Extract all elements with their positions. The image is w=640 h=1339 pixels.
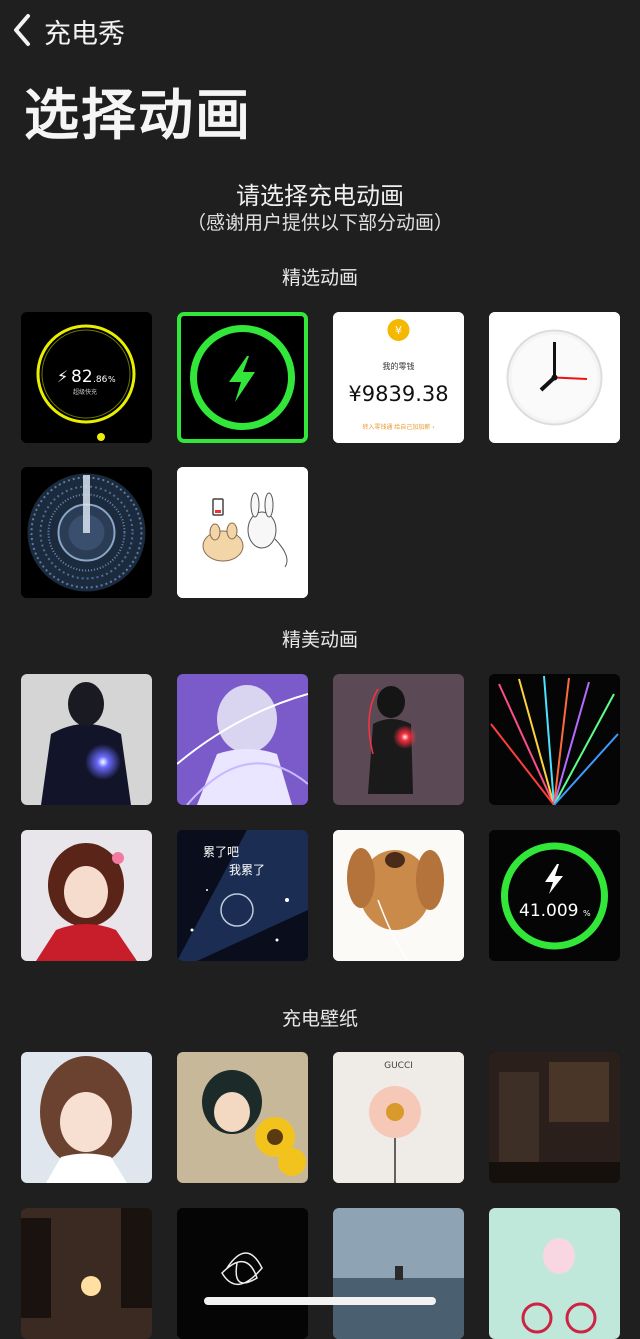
nav-title: 充电秀 bbox=[44, 19, 125, 50]
animation-tile-fireworks[interactable] bbox=[489, 674, 620, 805]
animation-tile-green-ring-percent[interactable]: 41.009 % bbox=[489, 830, 620, 961]
ring-decimal: .86 bbox=[93, 375, 108, 385]
animation-tile-boy-red-light[interactable] bbox=[333, 674, 464, 805]
animation-tile-radial-blue[interactable] bbox=[21, 467, 152, 598]
wallet-amount: ¥9839.38 bbox=[348, 382, 448, 406]
nav-bar: 充电秀 bbox=[0, 0, 640, 64]
animation-tile-anime-girl-purple[interactable] bbox=[177, 674, 308, 805]
animation-tile-clock[interactable] bbox=[489, 312, 620, 443]
green-ring-value: 41.009 bbox=[519, 901, 578, 921]
section-label-featured: 精选动画 bbox=[281, 267, 358, 289]
svg-text:¥: ¥ bbox=[395, 324, 402, 337]
animation-tile-bunny[interactable] bbox=[177, 467, 308, 598]
prompt-main: 请选择充电动画 bbox=[236, 182, 404, 210]
ring-caption: 超级快充 bbox=[73, 388, 97, 396]
starry-caption-2: 我累了 bbox=[229, 863, 265, 877]
section-label-beauty: 精美动画 bbox=[281, 629, 358, 651]
yellow-ring-preview: ⚡ 82 .86 % 超级快充 bbox=[21, 312, 152, 443]
wallpaper-tile-scribble[interactable] bbox=[177, 1208, 308, 1339]
wallpaper-tile-gucci-flower[interactable]: GUCCI bbox=[333, 1052, 464, 1183]
clock-icon bbox=[489, 312, 620, 443]
wallpaper-tile-sea-tower[interactable] bbox=[333, 1208, 464, 1339]
wallpaper-tile-city-sunset[interactable] bbox=[21, 1208, 152, 1339]
page-title: 选择动画 bbox=[24, 83, 253, 147]
lightning-icon: ⚡ bbox=[57, 367, 68, 386]
section-label-wallpaper: 充电壁纸 bbox=[281, 1008, 358, 1030]
animation-tile-anime-boy-blue-light[interactable] bbox=[21, 674, 152, 805]
animation-tile-yellow-ring[interactable]: ⚡ 82 .86 % 超级快充 bbox=[21, 312, 152, 443]
starry-caption-1: 累了吧 bbox=[203, 845, 239, 859]
animation-tile-anime-girl-red[interactable] bbox=[21, 830, 152, 961]
prompt-sub: （感谢用户提供以下部分动画） bbox=[186, 212, 453, 234]
bunny-preview bbox=[177, 467, 308, 598]
wallpaper-tile-anime-girl-brown[interactable] bbox=[21, 1052, 152, 1183]
wallpaper-tile-sunflower-girl[interactable] bbox=[177, 1052, 308, 1183]
gucci-brand: GUCCI bbox=[384, 1061, 413, 1071]
wallpaper-tile-dark-room[interactable] bbox=[489, 1052, 620, 1183]
green-ring-unit: % bbox=[583, 909, 591, 918]
wallet-link: 转入零钱通 给自己加加薪 › bbox=[362, 423, 434, 431]
green-bolt-preview bbox=[177, 312, 308, 443]
animation-tile-starry-boy[interactable]: 累了吧 我累了 bbox=[177, 830, 308, 961]
ring-unit: % bbox=[108, 375, 116, 384]
chevron-left-icon[interactable] bbox=[6, 10, 42, 50]
animation-tile-dog-headphones[interactable] bbox=[333, 830, 464, 961]
wallet-preview: ¥ 我的零钱 ¥9839.38 转入零钱通 给自己加加薪 › bbox=[333, 312, 464, 443]
wallpaper-tile-bunny-bike[interactable] bbox=[489, 1208, 620, 1339]
ring-value: 82 bbox=[71, 367, 93, 387]
animation-tile-green-bolt-selected[interactable] bbox=[177, 312, 308, 443]
radial-preview bbox=[21, 467, 152, 598]
wallet-title: 我的零钱 bbox=[383, 361, 415, 371]
home-indicator[interactable] bbox=[204, 1297, 436, 1305]
animation-tile-wallet[interactable]: ¥ 我的零钱 ¥9839.38 转入零钱通 给自己加加薪 › bbox=[333, 312, 464, 443]
